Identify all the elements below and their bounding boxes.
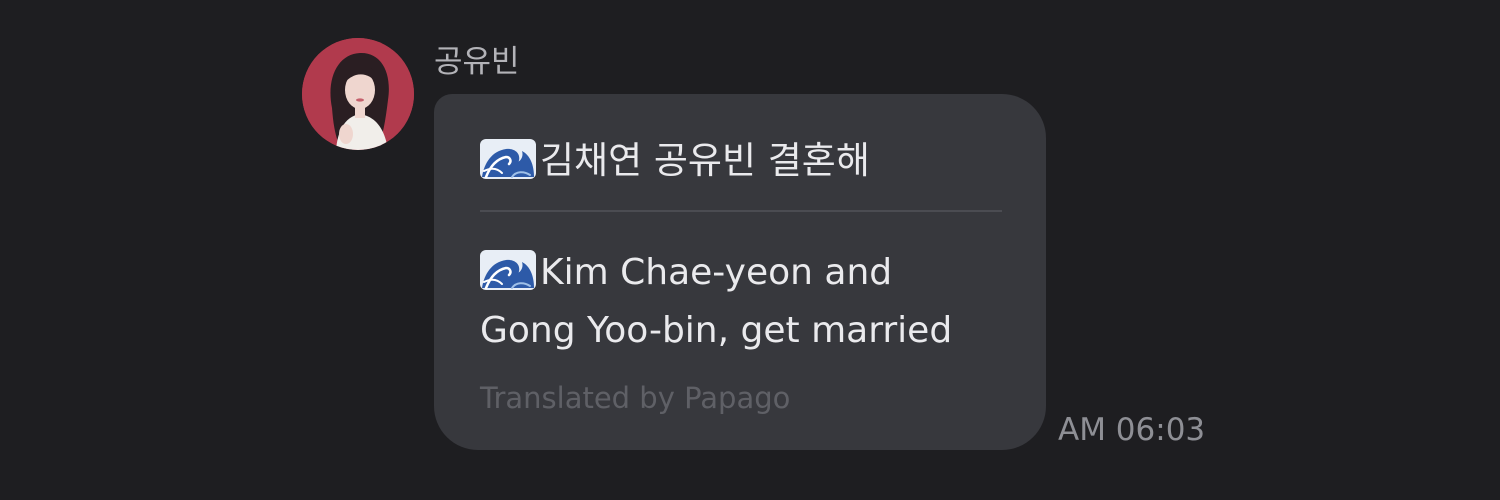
water-wave-icon <box>480 250 536 290</box>
water-wave-icon <box>480 139 536 179</box>
sender-name: 공유빈 <box>434 44 520 80</box>
chat-message-row: 공유빈 김채연 공유빈 결혼해 Kim Chae-yeon and Gong Y… <box>0 0 1500 500</box>
translated-line-1: Kim Chae-yeon and <box>480 244 1020 302</box>
avatar-photo <box>302 38 414 150</box>
translation-divider <box>480 210 1002 212</box>
translated-line-2: Gong Yoo-bin, get married <box>480 310 953 351</box>
original-message-text: 김채연 공유빈 결혼해 <box>540 139 870 182</box>
original-message: 김채연 공유빈 결혼해 <box>480 136 870 186</box>
translation-credit: Translated by Papago <box>480 381 791 415</box>
message-bubble[interactable]: 김채연 공유빈 결혼해 Kim Chae-yeon and Gong Yoo-b… <box>434 94 1046 450</box>
translated-message: Kim Chae-yeon and Gong Yoo-bin, get marr… <box>480 244 1020 360</box>
message-timestamp: AM 06:03 <box>1058 412 1206 448</box>
translated-line-1-text: Kim Chae-yeon and <box>540 252 893 293</box>
sender-avatar[interactable] <box>302 38 414 150</box>
